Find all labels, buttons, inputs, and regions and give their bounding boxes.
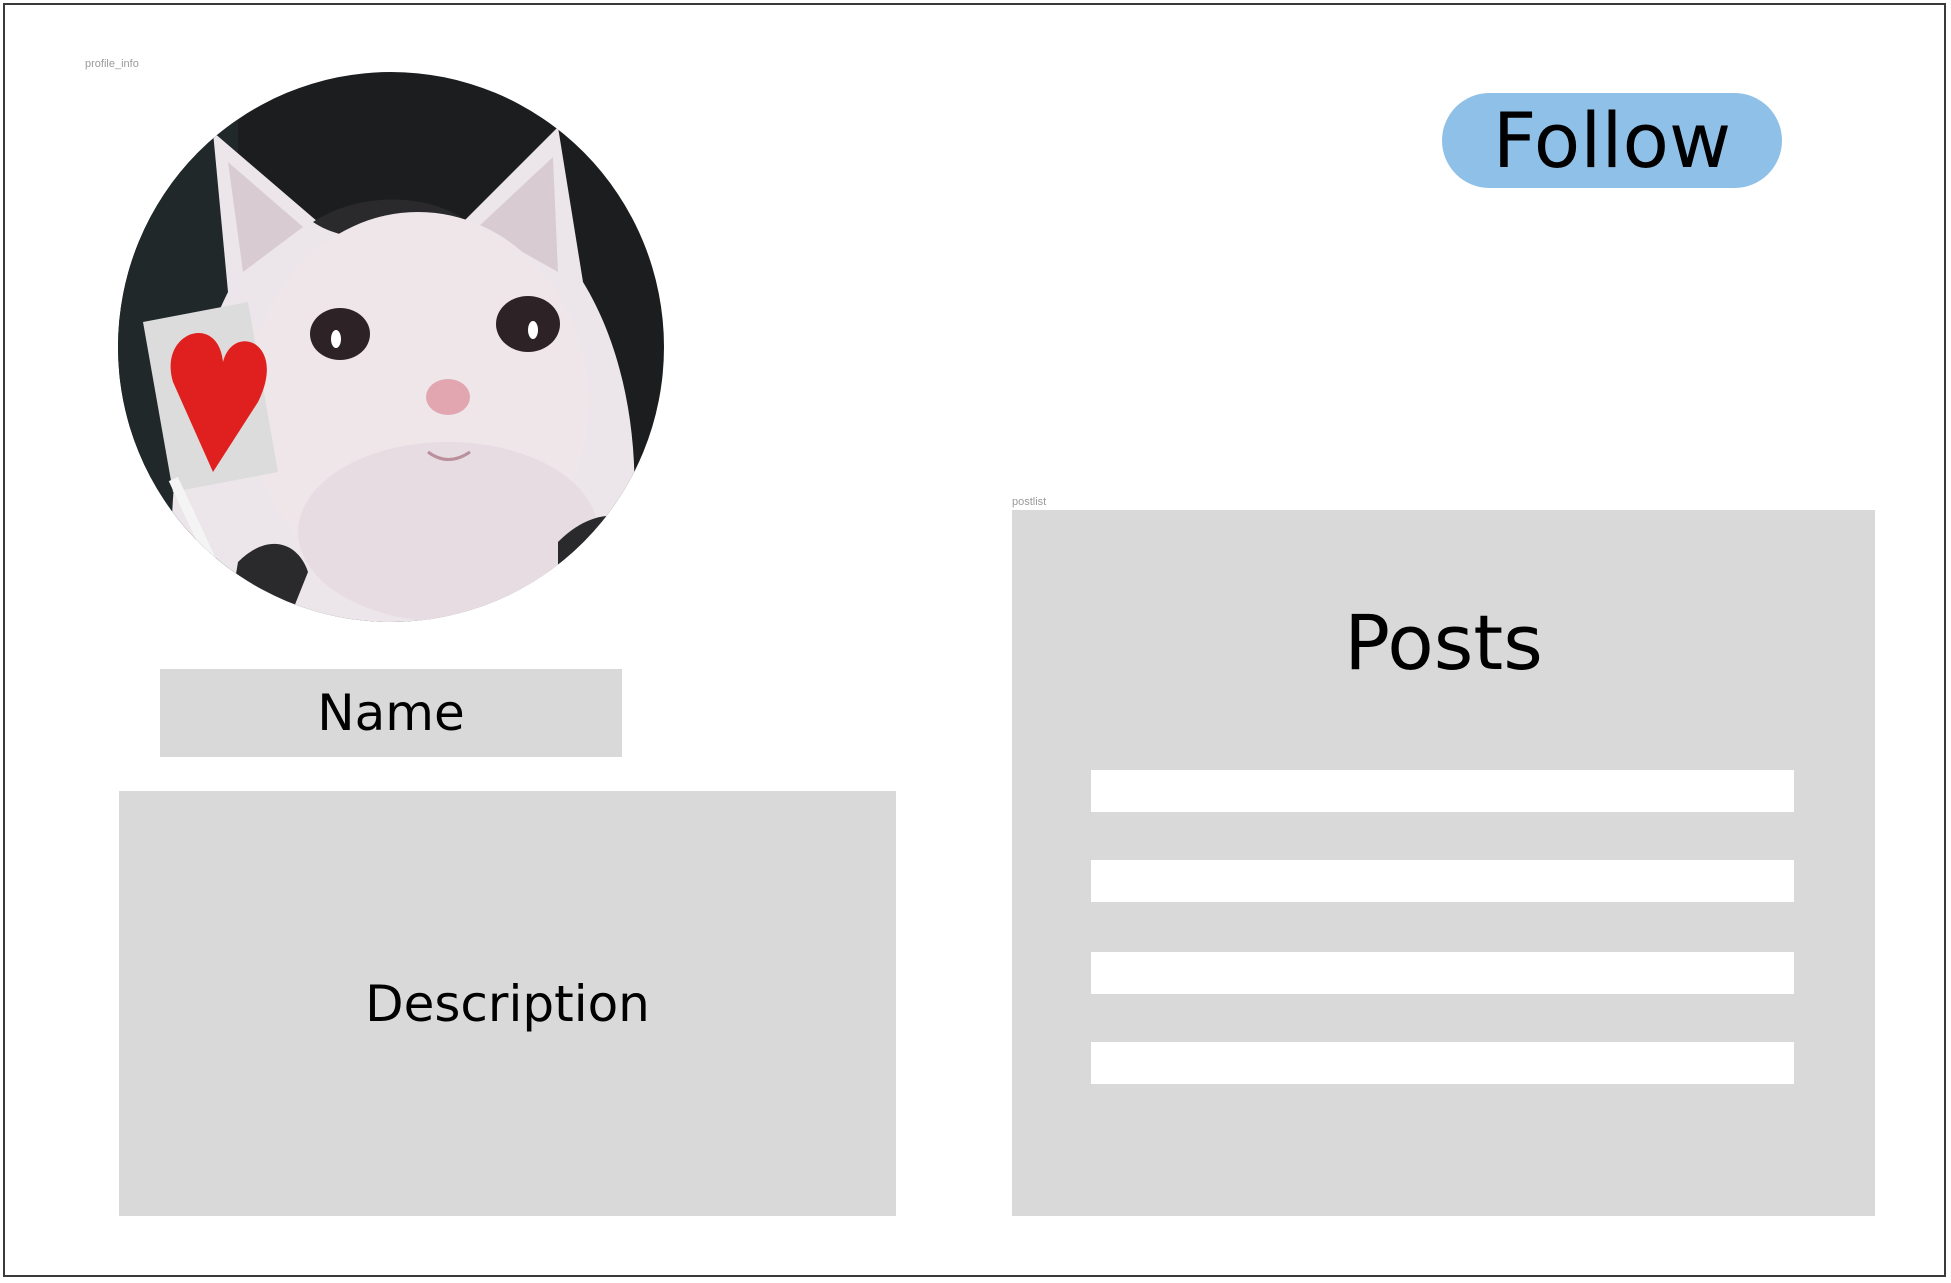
post-item[interactable] [1091, 952, 1794, 994]
profile-page-frame: profile_info Name Description Follow pos… [3, 3, 1946, 1277]
profile-info-frame-label: profile_info [85, 58, 139, 70]
postlist-frame-label: postlist [1012, 496, 1047, 508]
avatar [118, 72, 664, 622]
post-item[interactable] [1091, 770, 1794, 812]
follow-button[interactable]: Follow [1442, 93, 1782, 188]
posts-title: Posts [1344, 598, 1543, 687]
post-item[interactable] [1091, 1042, 1794, 1084]
description-field: Description [119, 791, 896, 1216]
cat-avatar-image [118, 72, 664, 622]
name-label: Name [317, 684, 465, 742]
description-label: Description [365, 974, 650, 1033]
post-item[interactable] [1091, 860, 1794, 902]
name-field: Name [160, 669, 622, 757]
posts-panel: Posts [1012, 510, 1875, 1216]
